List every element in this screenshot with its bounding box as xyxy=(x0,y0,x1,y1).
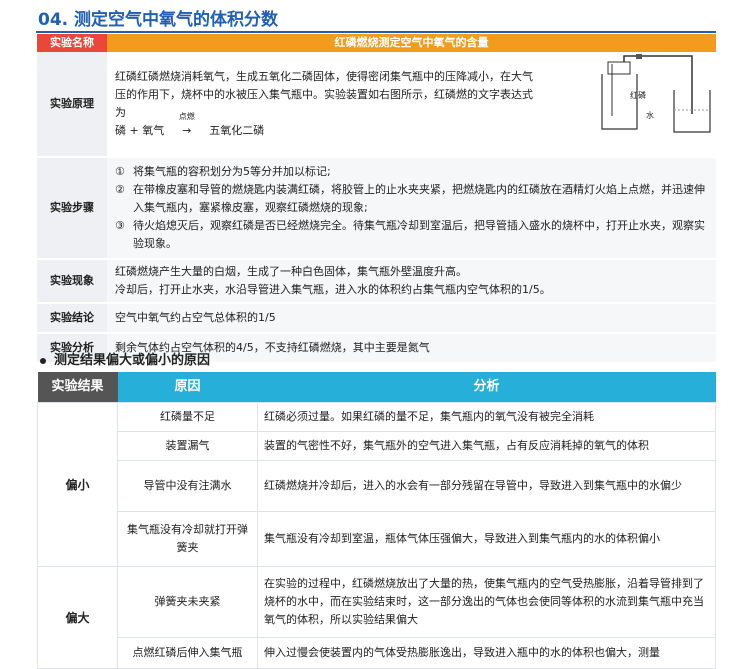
phenomenon-cell: 红磷燃烧产生大量的白烟，生成了一种白色固体，集气瓶外壁温度升高。 冷却后，打开止… xyxy=(107,259,716,304)
equation-arrow: 点燃 → xyxy=(168,112,206,140)
steps-label: 实验步骤 xyxy=(37,157,107,260)
equation-left: 磷 + 氧气 xyxy=(115,124,165,137)
reason-cell: 弹簧夹未夹紧 xyxy=(117,566,258,638)
analysis-cell: 红磷必须过量。如果红磷的量不足，集气瓶内的氧气没有被完全消耗 xyxy=(257,402,716,432)
reason-cell: 红磷量不足 xyxy=(117,402,258,432)
reason-cell: 点燃红磷后伸入集气瓶 xyxy=(117,637,258,669)
analysis-cell: 红磷燃烧并冷却后，进入的水会有一部分残留在导管中，导致进入到集气瓶中的水偏少 xyxy=(257,460,716,512)
col-analysis: 分析 xyxy=(257,372,716,403)
analysis-cell: 伸入过慢会使装置内的气体受热膨胀逸出，导致进入瓶中的水的体积也偏大，测量 xyxy=(257,637,716,669)
subsection-title: 测定结果偏大或偏小的原因 xyxy=(40,349,210,368)
col-result: 实验结果 xyxy=(37,372,118,403)
principle-label: 实验原理 xyxy=(37,52,107,158)
conclusion-text: 空气中氧气约占空气总体积的1/5 xyxy=(107,303,716,334)
equation-condition: 点燃 xyxy=(178,112,195,121)
experiment-name-value: 红磷燃烧测定空气中氧气的含量 xyxy=(107,34,716,52)
results-table: 实验结果 原因 分析 偏小 红磷量不足 红磷必须过量。如果红磷的量不足，集气瓶内… xyxy=(37,372,716,669)
phenomenon-label: 实验现象 xyxy=(37,259,107,304)
phenomenon-line: 红磷燃烧产生大量的白烟，生成了一种白色固体，集气瓶外壁温度升高。 xyxy=(115,265,467,278)
bullet-dot xyxy=(40,357,46,364)
experiment-name-label: 实验名称 xyxy=(37,34,107,52)
reason-cell: 导管中没有注满水 xyxy=(117,460,258,512)
section-title: 04. 测定空气中氧气的体积分数 xyxy=(38,10,279,30)
col-reason: 原因 xyxy=(117,372,258,403)
equation-right: 五氧化二磷 xyxy=(209,124,265,137)
steps-cell: ① 将集气瓶的容积划分为5等分并加以标记; ② 在带橡皮塞和导管的燃烧匙内装满红磷，… xyxy=(107,157,716,260)
reason-cell: 装置漏气 xyxy=(117,431,258,461)
step-item: ③ 待火焰熄灭后，观察红磷是否已经燃烧完全。待集气瓶冷却到室温后，把导管插入盛水的… xyxy=(115,219,705,250)
reason-cell: 集气瓶没有冷却就打开弹簧夹 xyxy=(117,511,258,567)
equation: 磷 + 氧气 点燃 → 五氧化二磷 xyxy=(115,112,535,140)
phenomenon-line: 冷却后，打开止水夹，水沿导管进入集气瓶，进入水的体积约占集气瓶内空气体积的1/5… xyxy=(115,283,551,296)
result-small: 偏小 xyxy=(37,402,118,567)
step-item: ② 在带橡皮塞和导管的燃烧匙内装满红磷，将胶管上的止水夹夹紧，把燃烧匙内的红磷放在… xyxy=(115,183,705,214)
apparatus-diagram: 红磷 水 xyxy=(601,54,711,133)
conclusion-label: 实验结论 xyxy=(37,303,107,334)
water-label: 水 xyxy=(646,110,654,120)
result-large: 偏大 xyxy=(37,566,118,669)
analysis-cell: 装置的气密性不好，集气瓶外的空气进入集气瓶，占有反应消耗掉的氧气的体积 xyxy=(257,431,716,461)
analysis-cell: 在实验的过程中，红磷燃烧放出了大量的热，使集气瓶内的空气受热膨胀，沿着导管排到了… xyxy=(257,566,716,638)
title-underline xyxy=(36,31,716,33)
step-item: ① 将集气瓶的容积划分为5等分并加以标记; xyxy=(115,165,331,178)
phosphorus-label: 红磷 xyxy=(630,90,646,100)
analysis-cell: 集气瓶没有冷却到室温，瓶体气体压强偏大，导致进入到集气瓶内的水的体积偏小 xyxy=(257,511,716,567)
